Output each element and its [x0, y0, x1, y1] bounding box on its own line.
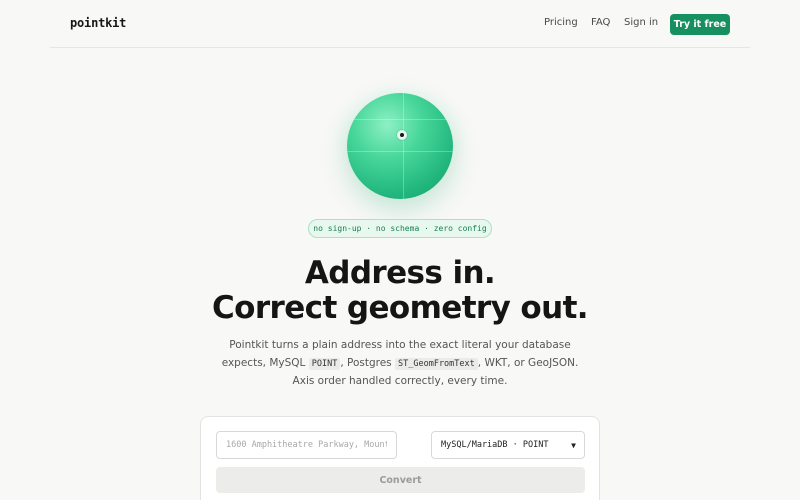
- try-it-free-button[interactable]: Try it free: [670, 14, 730, 35]
- format-select[interactable]: MySQL/MariaDB · POINT ▼: [431, 431, 585, 459]
- nav-link-sign-in[interactable]: Sign in: [624, 17, 658, 28]
- headline-line-2: Correct geometry out.: [212, 290, 589, 326]
- address-input[interactable]: [216, 431, 397, 459]
- format-select-value: MySQL/MariaDB · POINT: [441, 440, 549, 450]
- logo[interactable]: pointkit: [70, 16, 126, 30]
- top-nav: pointkit Pricing FAQ Sign in Try it free: [50, 0, 750, 48]
- location-pin-icon: [397, 130, 407, 140]
- code-point: POINT: [308, 357, 341, 370]
- convert-button[interactable]: Convert: [216, 467, 585, 493]
- feature-badge: no sign-up · no schema · zero config: [308, 219, 492, 238]
- globe-icon: [347, 93, 453, 199]
- globe-gridline: [347, 119, 453, 120]
- nav-link-pricing[interactable]: Pricing: [544, 17, 578, 28]
- description-text: , Postgres: [340, 356, 395, 369]
- hero-description: Pointkit turns a plain address into the …: [220, 337, 580, 391]
- chevron-down-icon: ▼: [571, 441, 576, 450]
- code-st-geomfromtext: ST_GeomFromText: [395, 357, 478, 370]
- globe-gridline: [403, 93, 404, 199]
- converter-card: MySQL/MariaDB · POINT ▼ Convert: [200, 416, 600, 500]
- nav-link-faq[interactable]: FAQ: [591, 17, 610, 28]
- globe-gridline: [347, 151, 453, 152]
- headline-line-1: Address in.: [304, 255, 496, 291]
